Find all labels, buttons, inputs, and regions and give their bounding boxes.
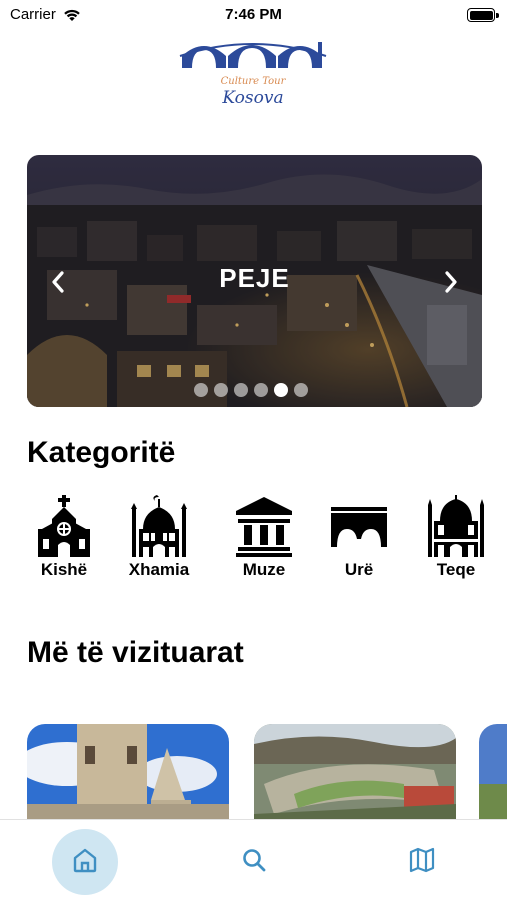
museum-icon [236, 497, 292, 557]
place-card-church[interactable] [27, 724, 229, 824]
category-mosque[interactable]: Xhamia [117, 495, 201, 580]
app-logo: Culture Tour Kosova [178, 34, 328, 118]
carousel-dot[interactable] [214, 383, 228, 397]
city-carousel[interactable]: PEJE [27, 155, 482, 407]
category-label: Teqe [436, 560, 476, 579]
category-museum[interactable]: Muze [222, 495, 306, 580]
home-icon [73, 848, 97, 873]
chevron-left-icon[interactable] [47, 269, 69, 295]
category-label: Kishë [40, 560, 88, 579]
place-card-partial[interactable] [479, 724, 507, 824]
church-icon [38, 495, 90, 557]
place-card-fortress[interactable] [254, 724, 456, 824]
most-visited-list [27, 724, 507, 824]
logo-title: Kosova [222, 88, 284, 108]
fortress-photo [254, 724, 456, 824]
tab-map[interactable] [402, 840, 442, 880]
status-time: 7:46 PM [225, 6, 282, 23]
map-icon [409, 847, 435, 873]
carousel-dot[interactable] [274, 383, 288, 397]
tab-search[interactable] [234, 840, 274, 880]
carousel-city-title: PEJE [219, 263, 290, 293]
categories-heading: Kategoritë [27, 436, 176, 469]
tekke-icon [428, 495, 484, 557]
carousel-pagination [194, 383, 308, 397]
battery-icon [467, 8, 499, 22]
landscape-photo [479, 724, 507, 824]
carousel-dot[interactable] [294, 383, 308, 397]
bridge-logo-graphic [179, 42, 327, 68]
categories-row: Kishë Xhamia Muze Urë Teqe [22, 495, 507, 585]
category-tekke[interactable]: Teqe [414, 495, 498, 580]
bottom-tab-bar [0, 819, 507, 900]
category-label: Xhamia [128, 560, 190, 579]
carousel-dot[interactable] [254, 383, 268, 397]
status-bar: Carrier 7:46 PM [0, 0, 507, 32]
bridge-icon [331, 507, 387, 547]
carousel-dot[interactable] [194, 383, 208, 397]
most-visited-heading: Më të vizituarat [27, 636, 244, 669]
logo-subtitle: Culture Tour [220, 76, 286, 87]
mosque-icon [131, 495, 187, 557]
carousel-dot[interactable] [234, 383, 248, 397]
category-bridge[interactable]: Urë [317, 495, 401, 580]
chevron-right-icon[interactable] [440, 269, 462, 295]
category-church[interactable]: Kishë [22, 495, 106, 580]
tab-home[interactable] [65, 840, 105, 880]
search-icon [243, 849, 266, 872]
category-label: Urë [344, 560, 374, 579]
church-photo [27, 724, 229, 824]
category-label: Muze [242, 560, 286, 579]
